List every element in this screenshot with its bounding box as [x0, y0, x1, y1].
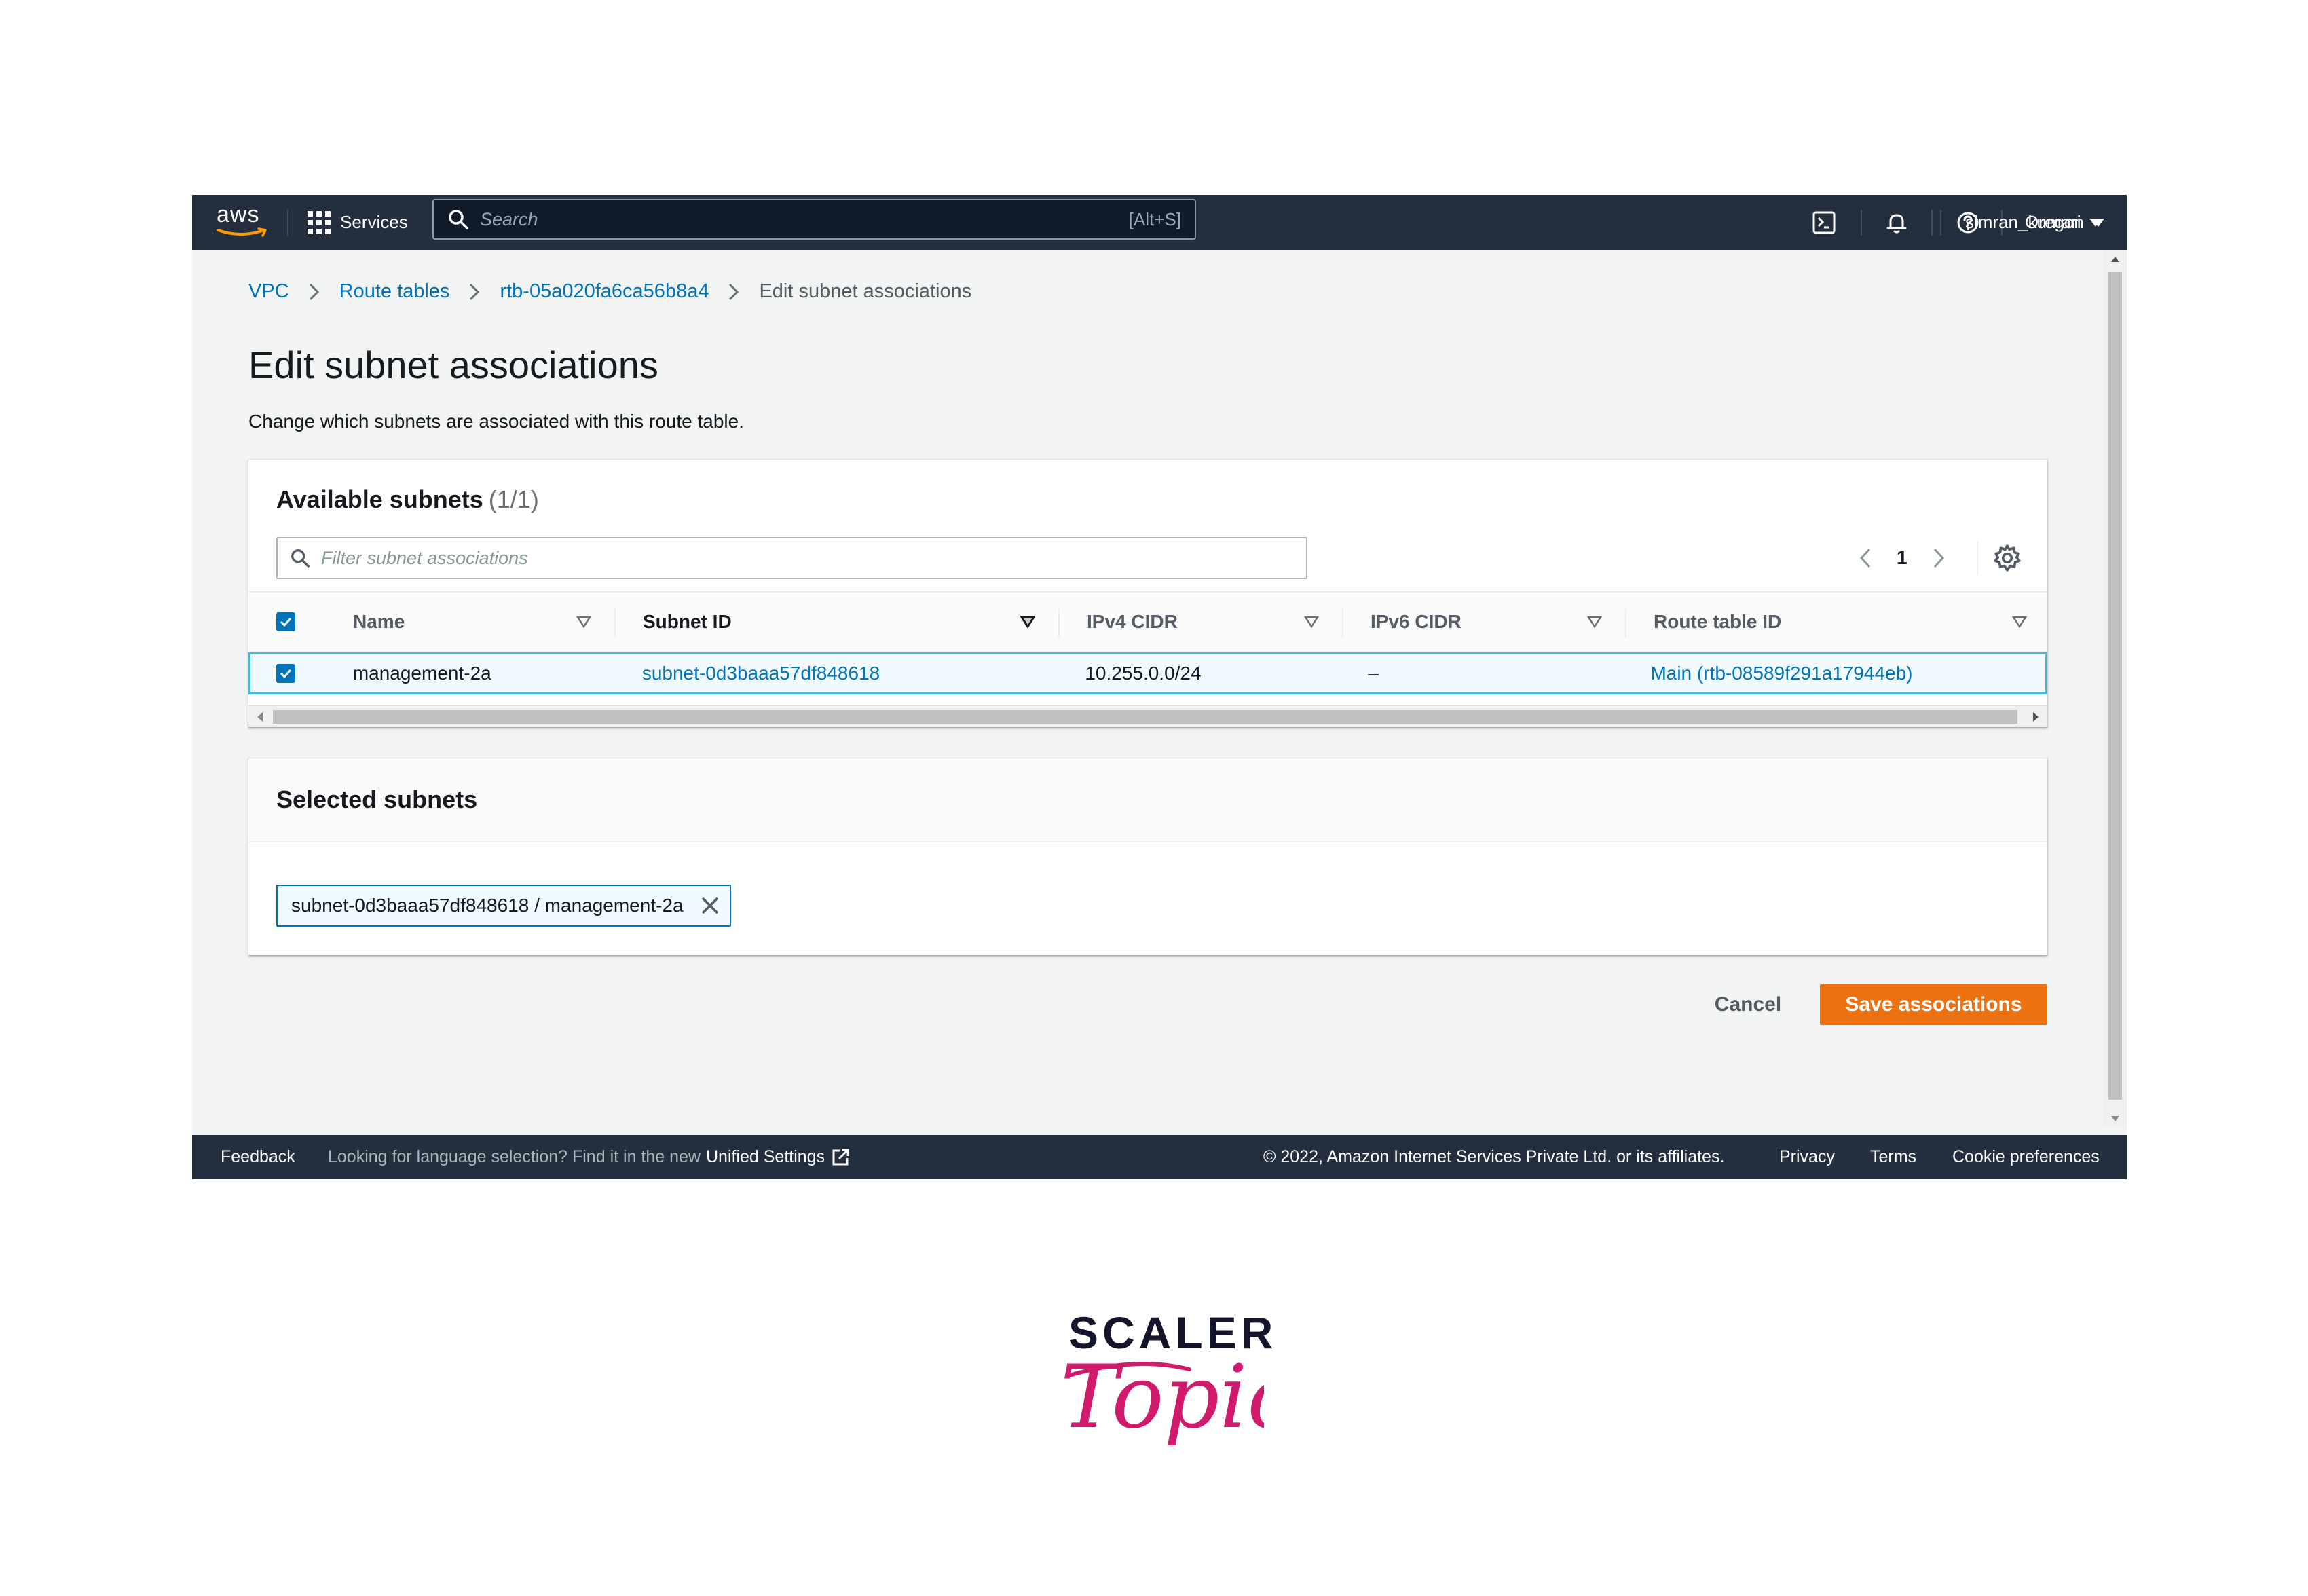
- console-footer: Feedback Looking for language selection?…: [192, 1135, 2127, 1179]
- user-menu[interactable]: simran_kumari: [1965, 195, 2102, 250]
- search-icon: [291, 549, 310, 568]
- aws-logo-text: aws: [217, 202, 260, 227]
- token-label: subnet-0d3baaa57df848618 / management-2a: [291, 895, 684, 916]
- close-icon[interactable]: [700, 895, 720, 916]
- services-menu-button[interactable]: Services: [308, 195, 408, 250]
- caret-down-icon: [2089, 218, 2102, 227]
- subnets-table: Name Subnet ID IPv4 CIDR IPv6 CIDR Route…: [248, 591, 2047, 694]
- breadcrumb-current: Edit subnet associations: [759, 280, 972, 302]
- sort-caret-icon: [1587, 616, 1602, 628]
- global-search-box[interactable]: [Alt+S]: [432, 199, 1196, 240]
- terms-link[interactable]: Terms: [1870, 1147, 1916, 1167]
- global-search-input[interactable]: [480, 208, 1129, 230]
- breadcrumb: VPC Route tables rtb-05a020fa6ca56b8a4 E…: [248, 280, 971, 303]
- selected-subnets-header: Selected subnets: [248, 758, 2047, 842]
- available-subnets-panel: Available subnets(1/1) 1: [248, 460, 2047, 727]
- scroll-up-arrow-icon[interactable]: [2110, 255, 2121, 263]
- sort-caret-icon: [576, 616, 591, 628]
- nav-divider: [1940, 210, 1941, 236]
- top-navigation: aws Services [Alt+S]: [192, 195, 2127, 250]
- filter-subnet-input[interactable]: [321, 547, 1294, 569]
- language-notice-text: Looking for language selection? Find it …: [328, 1147, 701, 1166]
- breadcrumb-route-table-id[interactable]: rtb-05a020fa6ca56b8a4: [500, 280, 709, 303]
- sort-caret-icon: [2012, 616, 2027, 628]
- unified-settings-link[interactable]: Unified Settings: [706, 1147, 825, 1167]
- cell-ipv4: 10.255.0.0/24: [1085, 663, 1202, 684]
- available-subnets-count: (1/1): [488, 485, 539, 513]
- available-subnets-heading: Available subnets: [276, 485, 483, 513]
- nav-divider: [287, 210, 288, 236]
- row-select-cell: [250, 654, 327, 692]
- table-row[interactable]: management-2a subnet-0d3baaa57df848618 1…: [248, 652, 2047, 694]
- language-notice: Looking for language selection? Find it …: [328, 1147, 851, 1168]
- column-header-label: IPv4 CIDR: [1087, 611, 1178, 632]
- chevron-right-icon[interactable]: [1932, 547, 1946, 569]
- feedback-link[interactable]: Feedback: [221, 1147, 295, 1167]
- column-header-ipv4[interactable]: IPv4 CIDR: [1058, 593, 1342, 651]
- breadcrumb-vpc[interactable]: VPC: [248, 280, 289, 303]
- cell-route-table-link[interactable]: Main (rtb-08589f291a17944eb): [1624, 654, 2045, 692]
- column-header-label: Route table ID: [1654, 611, 1782, 632]
- user-name: simran_kumari: [1965, 212, 2081, 232]
- privacy-link[interactable]: Privacy: [1779, 1147, 1835, 1167]
- cell-ipv6: –: [1368, 663, 1379, 684]
- filter-box[interactable]: [276, 537, 1307, 579]
- nav-divider: [1861, 210, 1862, 236]
- header-select-cell: [248, 593, 324, 651]
- services-label: Services: [340, 212, 408, 232]
- selected-subnet-token: subnet-0d3baaa57df848618 / management-2a: [276, 885, 731, 927]
- selected-subnets-panel: Selected subnets subnet-0d3baaa57df84861…: [248, 758, 2047, 955]
- chevron-right-icon: [728, 282, 740, 301]
- external-link-icon: [832, 1149, 849, 1165]
- copyright-text: © 2022, Amazon Internet Services Private…: [1263, 1147, 1725, 1166]
- column-header-label: IPv6 CIDR: [1371, 611, 1462, 632]
- chevron-right-icon: [468, 282, 481, 301]
- pagination: 1: [1859, 538, 1946, 578]
- cancel-button[interactable]: Cancel: [1700, 984, 1795, 1025]
- gear-icon[interactable]: [1993, 544, 2022, 572]
- page-title: Edit subnet associations: [248, 344, 658, 386]
- vertical-scrollbar[interactable]: [2103, 250, 2127, 1127]
- column-header-ipv6[interactable]: IPv6 CIDR: [1342, 593, 1625, 651]
- scroll-down-arrow-icon[interactable]: [2110, 1115, 2121, 1123]
- scroll-right-arrow-icon[interactable]: [2031, 711, 2041, 723]
- aws-logo[interactable]: aws: [217, 203, 271, 241]
- search-icon: [449, 210, 468, 229]
- row-checkbox[interactable]: [276, 664, 295, 683]
- services-grid-icon: [308, 210, 331, 234]
- column-header-route-table[interactable]: Route table ID: [1625, 593, 2047, 651]
- column-header-name[interactable]: Name: [324, 593, 614, 651]
- pager-divider: [1977, 541, 1978, 575]
- page-description: Change which subnets are associated with…: [248, 411, 744, 432]
- table-header-row: Name Subnet ID IPv4 CIDR IPv6 CIDR Route…: [248, 591, 2047, 652]
- vertical-scrollbar-thumb[interactable]: [2108, 272, 2122, 1100]
- save-associations-button[interactable]: Save associations: [1820, 984, 2047, 1025]
- search-shortcut-hint: [Alt+S]: [1128, 208, 1181, 229]
- chevron-left-icon[interactable]: [1859, 547, 1872, 569]
- selected-subnets-title: Selected subnets: [276, 785, 478, 813]
- notifications-bell-icon[interactable]: [1882, 208, 1911, 237]
- cookie-preferences-link[interactable]: Cookie preferences: [1952, 1147, 2100, 1167]
- aws-console-window: aws Services [Alt+S]: [192, 195, 2127, 1179]
- cell-subnet-id-link[interactable]: subnet-0d3baaa57df848618: [616, 654, 1058, 692]
- aws-smile-icon: [217, 227, 267, 237]
- scaler-topics-logo: SCALER Topics: [1059, 1307, 1273, 1477]
- select-all-checkbox[interactable]: [276, 612, 295, 631]
- page-number[interactable]: 1: [1897, 547, 1907, 570]
- cloudshell-icon[interactable]: [1810, 208, 1838, 237]
- scroll-left-arrow-icon[interactable]: [255, 711, 265, 723]
- nav-divider: [1931, 210, 1933, 236]
- horizontal-scrollbar[interactable]: [248, 705, 2047, 727]
- column-header-subnet-id[interactable]: Subnet ID: [614, 593, 1058, 651]
- breadcrumb-route-tables[interactable]: Route tables: [339, 280, 450, 303]
- sort-caret-icon: [1304, 616, 1319, 628]
- topics-script-logo: Topics: [1060, 1349, 1264, 1448]
- column-header-label: Subnet ID: [643, 611, 732, 632]
- available-subnets-title: Available subnets (1/1): [276, 485, 539, 514]
- horizontal-scrollbar-thumb[interactable]: [273, 710, 2017, 724]
- sort-caret-active-icon: [1020, 616, 1035, 628]
- chevron-right-icon: [308, 282, 320, 301]
- column-header-label: Name: [353, 611, 405, 632]
- cell-name: management-2a: [352, 663, 491, 684]
